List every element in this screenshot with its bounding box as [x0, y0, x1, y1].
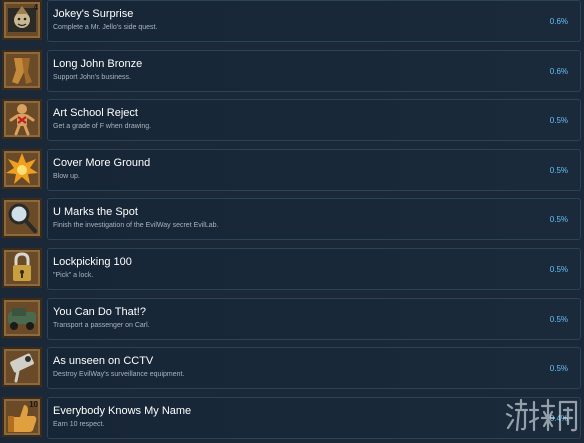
- achievement-percent: 0.5%: [549, 165, 568, 175]
- achievement-title: Art School Reject: [53, 107, 138, 120]
- icon-badge-number: 10: [29, 399, 38, 409]
- jester-icon: 4: [2, 0, 42, 40]
- achievement-title: U Marks the Spot: [53, 206, 138, 219]
- achievement-percent: 0.5%: [549, 215, 568, 225]
- achievement-row: Long John Bronze Support John's business…: [0, 49, 584, 96]
- achievement-row: You Can Do That!? Transport a passenger …: [0, 297, 584, 344]
- achievement-row: Art School Reject Get a grade of F when …: [0, 99, 584, 145]
- achievement-percent: 0.5%: [549, 116, 568, 126]
- achievement-row: U Marks the Spot Finish the investigatio…: [0, 198, 584, 244]
- achievement-description: "Pick" a lock.: [53, 272, 94, 279]
- achievement-title: Everybody Knows My Name: [53, 404, 192, 417]
- achievement-title: As unseen on CCTV: [53, 355, 154, 368]
- achievement-panel: Everybody Knows My Name Earn 10 respect.…: [47, 396, 581, 439]
- achievement-row: 4 Jokey's Surprise Complete a Mr. Jello'…: [0, 0, 584, 46]
- achievement-panel: U Marks the Spot Finish the investigatio…: [47, 198, 581, 241]
- achievement-row: 10 Everybody Knows My Name Earn 10 respe…: [0, 396, 584, 443]
- achievement-percent: 0.5%: [549, 265, 568, 274]
- achievement-panel: Long John Bronze Support John's business…: [47, 49, 581, 92]
- achievement-row: Cover More Ground Blow up. 0.5%: [0, 148, 584, 195]
- achievement-percent: 0.5%: [549, 364, 568, 374]
- achievement-panel: Jokey's Surprise Complete a Mr. Jello's …: [47, 0, 581, 42]
- magnifying-glass-icon: [2, 198, 42, 239]
- achievement-description: Support John's business.: [53, 73, 131, 81]
- achievement-description: Transport a passenger on Carl.: [53, 321, 150, 329]
- achievement-description: Destroy EvilWay's surveillance equipment…: [53, 371, 185, 379]
- achievement-panel: As unseen on CCTV Destroy EvilWay's surv…: [47, 347, 581, 390]
- achievement-percent: 0.6%: [549, 17, 568, 26]
- underwear-icon: [2, 49, 42, 90]
- padlock-icon: [2, 248, 42, 288]
- explosion-icon: [2, 148, 42, 189]
- achievement-title: Cover More Ground: [53, 156, 151, 169]
- camera-icon: [2, 347, 42, 388]
- watermark-logo: [504, 396, 582, 436]
- achievement-panel: Art School Reject Get a grade of F when …: [47, 99, 581, 142]
- voodoo-doll-icon: [2, 99, 42, 140]
- achievement-panel: You Can Do That!? Transport a passenger …: [47, 297, 581, 340]
- achievement-description: Get a grade of F when drawing.: [53, 123, 152, 131]
- achievement-title: You Can Do That!?: [53, 305, 146, 318]
- achievement-description: Complete a Mr. Jello's side quest.: [53, 24, 158, 31]
- watermark-glyph-icon: [505, 398, 578, 432]
- achievement-title: Jokey's Surprise: [53, 8, 134, 20]
- achievement-panel: Cover More Ground Blow up. 0.5%: [47, 148, 581, 191]
- achievement-percent: 0.6%: [549, 66, 568, 76]
- vehicle-icon: [2, 297, 42, 338]
- achievement-percent: 0.5%: [549, 314, 568, 324]
- thumbs-up-icon: 10: [2, 396, 42, 437]
- achievement-panel: Lockpicking 100 "Pick" a lock. 0.5%: [47, 248, 581, 290]
- achievement-description: Earn 10 respect.: [53, 420, 105, 428]
- achievement-description: Blow up.: [53, 172, 80, 180]
- achievement-title: Long John Bronze: [53, 57, 143, 70]
- achievement-title: Lockpicking 100: [53, 256, 132, 268]
- achievement-row: As unseen on CCTV Destroy EvilWay's surv…: [0, 347, 584, 393]
- icon-badge-number: 4: [33, 3, 38, 12]
- achievement-description: Finish the investigation of the EvilWay …: [53, 222, 219, 230]
- achievement-row: Lockpicking 100 "Pick" a lock. 0.5%: [0, 248, 584, 294]
- achievement-list: 4 Jokey's Surprise Complete a Mr. Jello'…: [0, 0, 584, 439]
